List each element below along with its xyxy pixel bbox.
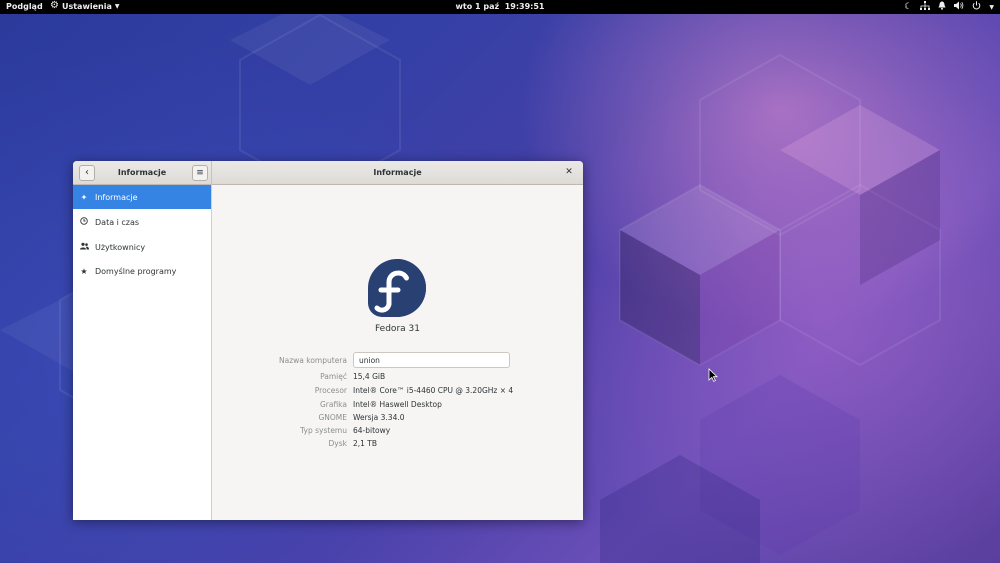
info-label: Dysk [328, 439, 347, 448]
menu-button[interactable]: ≡ [192, 165, 208, 181]
night-light-icon[interactable]: ☾ [904, 2, 912, 13]
app-menu-label: Ustawienia [61, 1, 112, 11]
distro-name: Fedora 31 [375, 324, 420, 334]
clock-button[interactable]: wto 1 paź 19:39:51 [456, 2, 545, 11]
hamburger-menu-icon: ≡ [196, 168, 204, 178]
info-value: Intel® Haswell Desktop [353, 400, 442, 409]
info-label: Procesor [314, 386, 347, 395]
fedora-logo [368, 259, 426, 317]
power-icon[interactable] [972, 1, 981, 14]
gear-icon: ⚙ [50, 0, 59, 11]
sidebar: ✦ Informacje Data i czas Użytkownicy ★ D… [73, 185, 212, 520]
device-name-label: Nazwa komputera [279, 356, 347, 365]
sidebar-item-label: Domyślne programy [95, 266, 177, 276]
star-icon: ★ [80, 266, 88, 276]
back-button[interactable]: ‹ [79, 165, 95, 181]
activities-button[interactable]: Podgląd [6, 2, 43, 11]
network-icon[interactable] [920, 1, 931, 14]
window-header-bar: ‹ Informacje ≡ Informacje ✕ [73, 161, 583, 185]
info-row-graphics: Grafika Intel® Haswell Desktop [212, 399, 583, 411]
info-value: Intel® Core™ i5-4460 CPU @ 3.20GHz × 4 [353, 386, 514, 395]
close-button[interactable]: ✕ [563, 166, 575, 178]
notifications-icon[interactable] [938, 1, 946, 14]
info-row-disk: Dysk 2,1 TB [212, 438, 583, 450]
info-label: GNOME [318, 413, 347, 422]
sparkle-icon: ✦ [80, 192, 88, 202]
caret-down-icon[interactable]: ▼ [989, 2, 994, 13]
clock-container: wto 1 paź 19:39:51 [0, 2, 1000, 11]
close-icon: ✕ [565, 167, 573, 177]
top-bar: Podgląd ⚙ Ustawienia ▼ wto 1 paź 19:39:5… [0, 0, 1000, 14]
sidebar-item-label: Informacje [95, 192, 138, 202]
sidebar-item-date-time[interactable]: Data i czas [73, 210, 211, 234]
info-value: 2,1 TB [353, 439, 378, 448]
app-menu-button[interactable]: ⚙ Ustawienia ▼ [50, 1, 119, 11]
about-panel: Fedora 31 Nazwa komputera Pamięć 15,4 Gi… [212, 185, 583, 520]
info-row-memory: Pamięć 15,4 GiB [212, 371, 583, 383]
info-row-processor: Procesor Intel® Core™ i5-4460 CPU @ 3.20… [212, 385, 583, 397]
info-label: Typ systemu [300, 426, 347, 435]
volume-icon[interactable] [954, 1, 964, 14]
info-value: 15,4 GiB [353, 372, 386, 381]
sidebar-item-label: Użytkownicy [95, 242, 146, 252]
sidebar-item-default-apps[interactable]: ★ Domyślne programy [73, 259, 211, 283]
sidebar-header: ‹ Informacje ≡ [73, 161, 212, 185]
sidebar-title: Informacje [117, 168, 167, 177]
sidebar-item-about[interactable]: ✦ Informacje [73, 185, 211, 209]
info-value: Wersja 3.34.0 [353, 413, 405, 422]
window-title: Informacje [373, 168, 422, 177]
caret-down-icon: ▼ [114, 2, 120, 10]
system-tray[interactable]: ☾ ▼ [904, 1, 994, 14]
info-row-gnome: GNOME Wersja 3.34.0 [212, 412, 583, 424]
sidebar-item-label: Data i czas [95, 217, 140, 227]
info-label: Grafika [319, 400, 347, 409]
device-name-field[interactable] [353, 352, 510, 368]
info-row-os-type: Typ systemu 64-bitowy [212, 425, 583, 437]
sidebar-item-users[interactable]: Użytkownicy [73, 235, 211, 259]
mouse-pointer-icon [708, 368, 718, 382]
chevron-left-icon: ‹ [85, 167, 89, 178]
users-icon [73, 242, 95, 252]
info-value: 64-bitowy [353, 426, 391, 435]
settings-window: ‹ Informacje ≡ Informacje ✕ ✦ Informacje… [73, 161, 583, 520]
info-label: Pamięć [320, 372, 347, 381]
clock-icon [73, 217, 95, 227]
